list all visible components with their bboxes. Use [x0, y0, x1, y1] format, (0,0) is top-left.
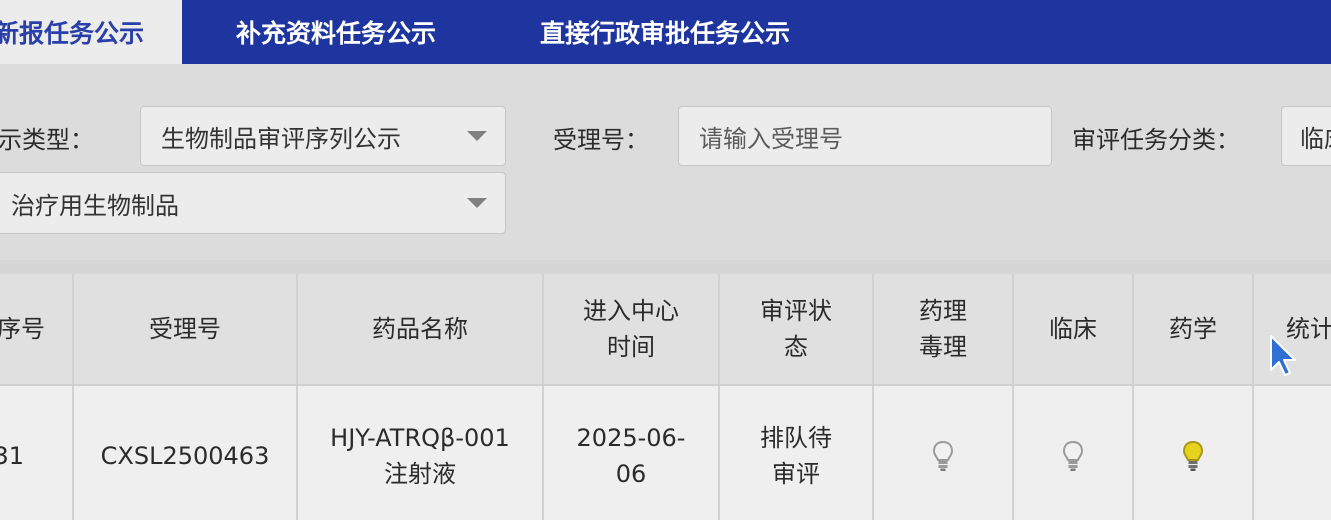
tab-bar: 新报任务公示 补充资料任务公示 直接行政审批任务公示 — [0, 0, 1331, 64]
header-center-time: 进入中心时间 — [544, 274, 720, 384]
cell-status: 排队待审评 — [720, 386, 874, 520]
header-pharm-tox: 药理毒理 — [874, 274, 1014, 384]
cell-center-time: 2025-06-06 — [544, 386, 720, 520]
type-label: 公示类型： — [0, 126, 94, 154]
cell-pharmacy — [1134, 386, 1254, 520]
cell-clinical — [1014, 386, 1134, 520]
bulb-on-icon[interactable] — [1182, 440, 1204, 472]
cell-drug-name: HJY-ATRQβ-001注射液 — [298, 386, 544, 520]
tab-supplement-label: 补充资料任务公示 — [236, 19, 437, 48]
chevron-down-icon — [467, 131, 487, 141]
bulb-off-icon[interactable] — [1062, 440, 1084, 472]
accept-no-placeholder: 请输入受理号 — [699, 124, 843, 153]
header-accept-no: 受理号 — [74, 274, 298, 384]
cell-pharm-tox — [874, 386, 1014, 520]
chevron-down-icon — [467, 198, 487, 208]
tab-new-report[interactable]: 新报任务公示 — [0, 0, 182, 64]
accept-no-input[interactable]: 请输入受理号 — [678, 106, 1052, 166]
mouse-cursor-icon — [1270, 335, 1296, 376]
task-table: 序号 受理号 药品名称 进入中心时间 审评状态 药理毒理 临床 药学 统计 31… — [0, 274, 1331, 520]
bulb-off-icon[interactable] — [932, 440, 954, 472]
category-select-value: 临床 — [1300, 124, 1331, 153]
tab-direct-approval-label: 直接行政审批任务公示 — [540, 19, 791, 48]
category-select[interactable]: 临床 — [1281, 106, 1331, 166]
tab-direct-approval[interactable]: 直接行政审批任务公示 — [540, 0, 790, 64]
header-pharmacy: 药学 — [1134, 274, 1254, 384]
header-status: 审评状态 — [720, 274, 874, 384]
tab-supplement[interactable]: 补充资料任务公示 — [236, 0, 436, 64]
header-seq: 序号 — [0, 274, 74, 384]
category-label: 审评任务分类： — [1072, 126, 1240, 154]
type-select-value: 生物制品审评序列公示 — [161, 124, 401, 153]
header-clinical: 临床 — [1014, 274, 1134, 384]
tab-new-report-label: 新报任务公示 — [0, 19, 144, 48]
type-select[interactable]: 生物制品审评序列公示 — [140, 106, 506, 166]
filter-panel: 公示类型： 生物制品审评序列公示 受理号： 请输入受理号 审评任务分类： 临床 … — [0, 64, 1331, 260]
accept-no-label: 受理号： — [553, 126, 649, 154]
sub-type-select-value: 治疗用生物制品 — [11, 191, 179, 220]
cell-seq: 31 — [0, 386, 74, 520]
cell-stats — [1254, 386, 1331, 520]
cell-accept-no: CXSL2500463 — [74, 386, 298, 520]
sub-type-select[interactable]: 治疗用生物制品 — [0, 172, 506, 234]
header-drug-name: 药品名称 — [298, 274, 544, 384]
